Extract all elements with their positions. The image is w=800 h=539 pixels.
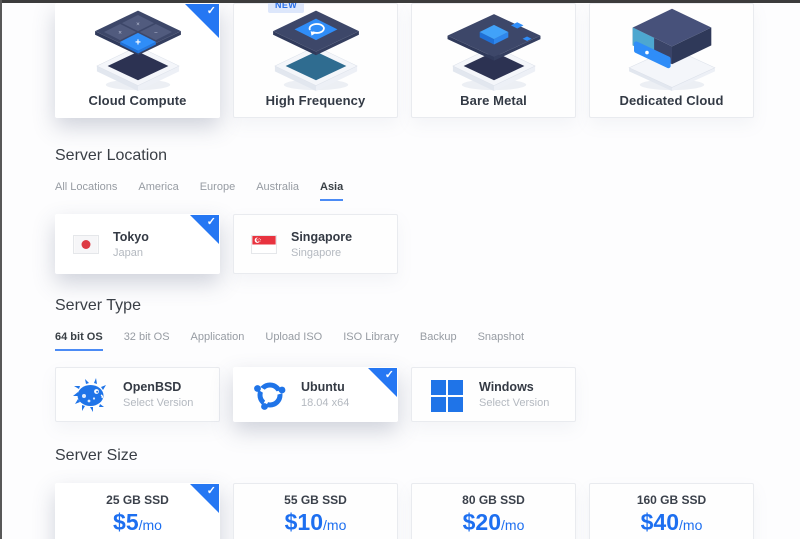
size-card-25gb[interactable]: ✓ 25 GB SSD $5/mo bbox=[55, 483, 220, 539]
product-card-cloud-compute[interactable]: ✓ + × − × Cloud bbox=[55, 3, 220, 118]
location-card-tokyo[interactable]: ✓ Tokyo Japan bbox=[55, 214, 220, 274]
tab-backup[interactable]: Backup bbox=[420, 331, 457, 351]
os-subtitle: 18.04 x64 bbox=[301, 397, 349, 409]
os-card-row: OpenBSD Select Version ✓ bbox=[55, 367, 755, 422]
selected-corner: ✓ bbox=[190, 215, 219, 244]
location-country: Singapore bbox=[291, 247, 352, 259]
plan-price-period: /mo bbox=[679, 517, 702, 533]
openbsd-icon bbox=[73, 377, 109, 413]
server-location-heading: Server Location bbox=[55, 147, 167, 165]
windows-icon bbox=[429, 377, 465, 413]
window-left-edge bbox=[0, 0, 2, 539]
tab-america[interactable]: America bbox=[138, 181, 178, 201]
tab-32-bit-os[interactable]: 32 bit OS bbox=[124, 331, 170, 351]
product-label: Cloud Compute bbox=[56, 93, 219, 108]
size-card-160gb[interactable]: 160 GB SSD $40/mo bbox=[589, 483, 754, 539]
deploy-server-page: ✓ + × − × Cloud bbox=[0, 0, 800, 539]
selected-corner: ✓ bbox=[185, 4, 219, 38]
plan-storage: 55 GB SSD bbox=[234, 494, 397, 507]
plan-price-amount: $5 bbox=[113, 509, 139, 535]
plan-price: $40/mo bbox=[590, 510, 753, 538]
ubuntu-icon bbox=[251, 377, 287, 413]
plan-price-period: /mo bbox=[501, 517, 524, 533]
svg-text:×: × bbox=[118, 30, 122, 37]
size-card-row: ✓ 25 GB SSD $5/mo 55 GB SSD $10/mo 80 GB… bbox=[55, 483, 755, 539]
svg-text:−: − bbox=[154, 30, 158, 37]
location-city: Singapore bbox=[291, 230, 352, 244]
location-tabs: All Locations America Europe Australia A… bbox=[55, 181, 343, 201]
product-card-dedicated-cloud[interactable]: Dedicated Cloud bbox=[589, 3, 754, 118]
plan-price-amount: $10 bbox=[285, 509, 323, 535]
tab-asia[interactable]: Asia bbox=[320, 181, 343, 201]
os-name: OpenBSD bbox=[123, 380, 193, 394]
plan-storage: 80 GB SSD bbox=[412, 494, 575, 507]
location-country: Japan bbox=[113, 247, 149, 259]
product-label: Dedicated Cloud bbox=[590, 93, 753, 108]
svg-text:+: + bbox=[135, 37, 141, 48]
server-size-heading: Server Size bbox=[55, 447, 138, 465]
size-card-55gb[interactable]: 55 GB SSD $10/mo bbox=[233, 483, 398, 539]
plan-price: $5/mo bbox=[56, 510, 219, 538]
os-subtitle: Select Version bbox=[123, 397, 193, 409]
plan-storage: 160 GB SSD bbox=[590, 494, 753, 507]
svg-text:×: × bbox=[136, 21, 140, 28]
check-icon: ✓ bbox=[207, 215, 216, 228]
tab-iso-library[interactable]: ISO Library bbox=[343, 331, 399, 351]
check-icon: ✓ bbox=[385, 368, 394, 381]
product-label: Bare Metal bbox=[412, 93, 575, 108]
high-frequency-illustration bbox=[250, 7, 382, 91]
cloud-compute-illustration: + × − × bbox=[72, 7, 204, 91]
product-card-high-frequency[interactable]: NEW High Frequency bbox=[233, 3, 398, 118]
plan-price-period: /mo bbox=[139, 517, 162, 533]
check-icon: ✓ bbox=[207, 4, 216, 17]
plan-price: $10/mo bbox=[234, 510, 397, 538]
product-card-row: ✓ + × − × Cloud bbox=[55, 3, 755, 118]
singapore-flag-icon bbox=[251, 235, 277, 254]
tab-australia[interactable]: Australia bbox=[256, 181, 299, 201]
tab-upload-iso[interactable]: Upload ISO bbox=[265, 331, 322, 351]
tab-64-bit-os[interactable]: 64 bit OS bbox=[55, 331, 103, 351]
os-name: Windows bbox=[479, 380, 549, 394]
os-card-windows[interactable]: Windows Select Version bbox=[411, 367, 576, 422]
os-card-openbsd[interactable]: OpenBSD Select Version bbox=[55, 367, 220, 422]
server-type-heading: Server Type bbox=[55, 297, 141, 315]
location-card-row: ✓ Tokyo Japan bbox=[55, 214, 755, 274]
location-card-singapore[interactable]: Singapore Singapore bbox=[233, 214, 398, 274]
server-type-tabs: 64 bit OS 32 bit OS Application Upload I… bbox=[55, 331, 524, 351]
plan-price-amount: $20 bbox=[463, 509, 501, 535]
os-name: Ubuntu bbox=[301, 380, 349, 394]
size-card-80gb[interactable]: 80 GB SSD $20/mo bbox=[411, 483, 576, 539]
location-city: Tokyo bbox=[113, 230, 149, 244]
japan-flag-icon bbox=[73, 235, 99, 254]
bare-metal-illustration bbox=[428, 7, 560, 91]
plan-price-period: /mo bbox=[323, 517, 346, 533]
plan-price-amount: $40 bbox=[641, 509, 679, 535]
check-icon: ✓ bbox=[207, 484, 216, 497]
os-subtitle: Select Version bbox=[479, 397, 549, 409]
tab-europe[interactable]: Europe bbox=[200, 181, 235, 201]
product-card-bare-metal[interactable]: Bare Metal bbox=[411, 3, 576, 118]
dedicated-cloud-illustration bbox=[606, 7, 738, 91]
tab-snapshot[interactable]: Snapshot bbox=[478, 331, 524, 351]
tab-all-locations[interactable]: All Locations bbox=[55, 181, 117, 201]
tab-application[interactable]: Application bbox=[191, 331, 245, 351]
product-label: High Frequency bbox=[234, 93, 397, 108]
os-card-ubuntu[interactable]: ✓ Ubuntu 18.04 x64 bbox=[233, 367, 398, 422]
window-top-edge bbox=[0, 0, 800, 3]
selected-corner: ✓ bbox=[368, 368, 397, 397]
selected-corner: ✓ bbox=[190, 484, 219, 513]
plan-price: $20/mo bbox=[412, 510, 575, 538]
